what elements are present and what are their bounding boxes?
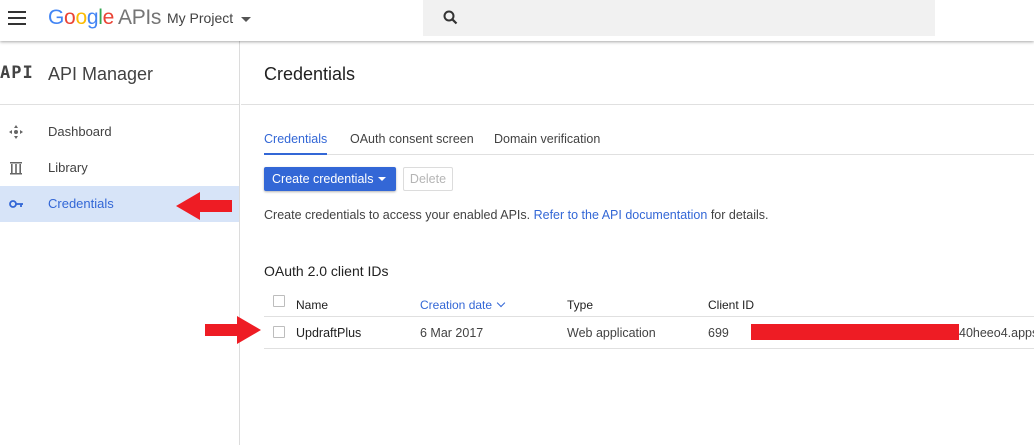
logo-letter: G [48,6,65,29]
logo-letter: g [86,6,99,29]
search-input[interactable] [471,6,911,30]
sidebar-item-library[interactable]: Library [0,150,239,186]
select-all-checkbox[interactable] [273,295,285,307]
sidebar-item-label: Credentials [48,196,114,211]
sidebar: API API Manager Dashboard Library Creden… [0,41,240,445]
search-box[interactable] [423,0,935,36]
logo-letter: o [64,6,76,29]
main-content: Credentials Credentials OAuth consent sc… [241,41,1034,445]
dashboard-icon [9,125,23,139]
create-credentials-label: Create credentials [272,172,374,186]
client-name-link[interactable]: UpdraftPlus [296,326,361,340]
tab-domain-verification[interactable]: Domain verification [494,132,600,155]
creation-date-cell: 6 Mar 2017 [420,326,484,340]
key-icon [9,200,23,208]
type-cell: Web application [567,326,656,340]
client-id-start: 699 [708,326,729,340]
google-apis-logo[interactable]: Google APIs [48,6,161,30]
redaction-bar [751,324,959,340]
table-header-row: Name Creation date Type Client ID [264,291,1034,317]
tab-credentials[interactable]: Credentials [264,132,328,155]
page-header: Credentials [241,41,1034,105]
sidebar-title: API Manager [48,64,154,84]
column-header-label: Creation date [420,298,493,312]
create-credentials-button[interactable]: Create credentials [264,167,396,191]
section-title: OAuth 2.0 client IDs [264,263,389,279]
column-header-creation-date[interactable]: Creation date [420,298,506,312]
annotation-arrow-left-icon [176,192,232,220]
sidebar-item-dashboard[interactable]: Dashboard [0,114,239,150]
chevron-down-icon [241,16,252,22]
project-selector[interactable]: My Project [167,10,252,26]
delete-button[interactable]: Delete [403,167,453,191]
api-badge-icon: API [0,63,34,83]
description-text: Create credentials to access your enable… [264,208,768,222]
oauth-clients-table: Name Creation date Type Client ID Updraf… [264,291,1034,349]
description-prefix: Create credentials to access your enable… [264,208,531,222]
top-app-bar: Google APIs My Project [0,0,1034,41]
logo-suffix: APIs [117,6,162,29]
client-id-end: 40heeo4.apps.goo [959,326,1034,340]
column-header-client-id[interactable]: Client ID [708,298,754,312]
project-name: My Project [167,10,234,26]
logo-letter: o [75,6,87,29]
logo-letter: e [102,6,115,29]
tab-bar: Credentials OAuth consent screen Domain … [264,129,1034,155]
column-header-name[interactable]: Name [296,298,328,312]
sidebar-item-label: Library [48,160,88,175]
menu-icon[interactable] [8,11,26,25]
sort-down-icon [496,298,506,308]
library-icon [10,162,22,175]
search-icon [443,10,458,25]
table-row[interactable]: UpdraftPlus 6 Mar 2017 Web application 6… [264,317,1034,349]
column-header-type[interactable]: Type [567,298,593,312]
tab-oauth-consent-screen[interactable]: OAuth consent screen [350,132,474,155]
api-documentation-link[interactable]: Refer to the API documentation [534,208,708,222]
annotation-arrow-right-icon [205,316,261,344]
page-title: Credentials [264,64,356,84]
description-suffix: for details. [710,208,769,222]
sidebar-header: API API Manager [0,41,239,105]
chevron-down-icon [378,177,386,181]
sidebar-item-label: Dashboard [48,124,112,139]
row-checkbox[interactable] [273,326,285,338]
